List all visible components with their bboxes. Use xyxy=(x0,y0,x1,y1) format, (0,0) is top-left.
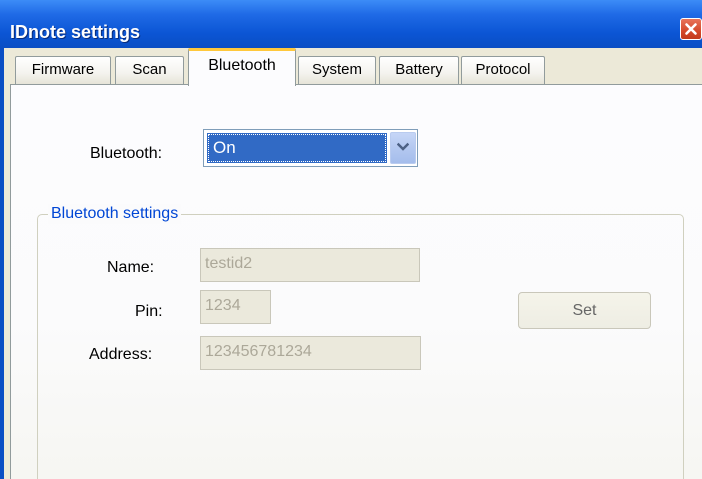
tab-battery[interactable]: Battery xyxy=(379,56,459,84)
tab-bluetooth[interactable]: Bluetooth xyxy=(188,48,296,86)
tab-label: Protocol xyxy=(475,61,531,78)
bluetooth-dropdown[interactable]: On xyxy=(203,129,418,167)
close-icon xyxy=(685,23,697,35)
pin-label: Pin: xyxy=(135,303,163,320)
pin-field[interactable]: 1234 xyxy=(200,290,271,324)
settings-window: IDnote settings Firmware Scan Bluetooth … xyxy=(0,0,702,479)
tab-protocol[interactable]: Protocol xyxy=(461,56,545,84)
bluetooth-dropdown-value: On xyxy=(207,133,387,163)
name-field[interactable]: testid2 xyxy=(200,248,420,282)
tab-firmware[interactable]: Firmware xyxy=(15,56,111,84)
chevron-down-icon xyxy=(397,142,409,151)
name-label: Name: xyxy=(107,259,155,276)
set-button[interactable]: Set xyxy=(518,292,651,329)
bluetooth-label: Bluetooth: xyxy=(90,145,163,162)
tab-system[interactable]: System xyxy=(298,56,376,84)
tab-label: Battery xyxy=(395,61,443,78)
address-label: Address: xyxy=(89,346,153,363)
tab-label: System xyxy=(311,61,362,78)
tab-scan[interactable]: Scan xyxy=(115,56,184,84)
group-title: Bluetooth settings xyxy=(48,204,182,224)
window-border xyxy=(0,48,4,479)
dropdown-arrow-button[interactable] xyxy=(390,132,416,164)
tab-label: Firmware xyxy=(31,61,95,78)
address-field[interactable]: 123456781234 xyxy=(200,336,421,370)
tab-label: Scan xyxy=(132,61,167,78)
title-bar[interactable]: IDnote settings xyxy=(0,0,702,48)
tab-label: Bluetooth xyxy=(208,57,276,74)
close-button[interactable] xyxy=(680,18,702,40)
window-title: IDnote settings xyxy=(10,22,141,42)
